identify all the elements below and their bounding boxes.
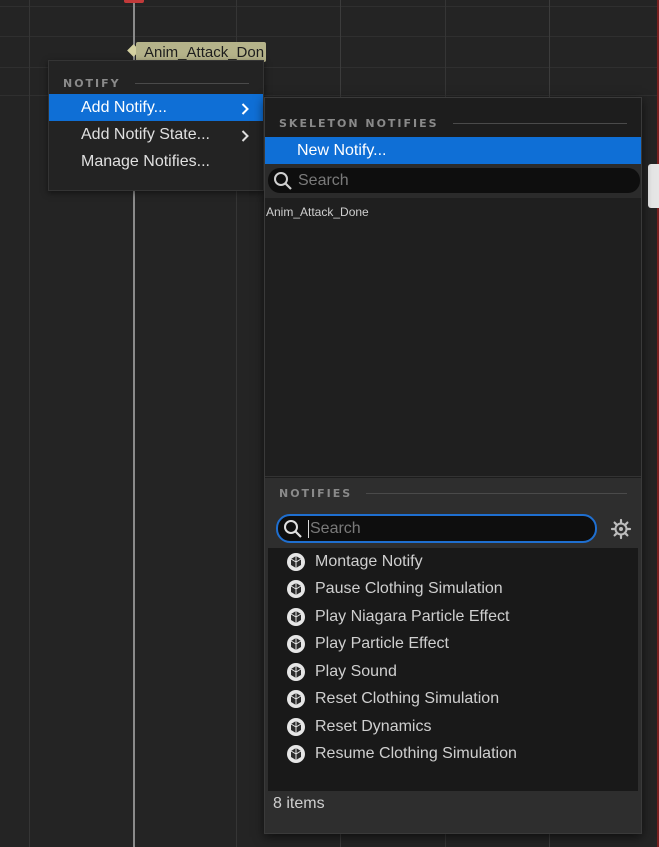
timeline-notify-chip[interactable]: Anim_Attack_Don (136, 42, 267, 62)
skeleton-search-bar (265, 164, 641, 198)
notifies-search-input[interactable] (310, 519, 595, 538)
add-notify-submenu: SKELETON NOTIFIES New Notify... Anim_Att… (264, 97, 642, 834)
notify-list-item[interactable]: Pause Clothing Simulation (268, 576, 638, 604)
text-caret (308, 519, 309, 538)
notify-list-item[interactable]: Montage Notify (268, 548, 638, 576)
notify-list-item[interactable]: Play Particle Effect (268, 631, 638, 659)
chevron-right-icon (241, 121, 251, 148)
blueprint-class-icon (286, 634, 306, 654)
notify-context-menu: NOTIFY Add Notify... Add Notify State...… (48, 60, 264, 191)
skeleton-search-box[interactable] (268, 168, 640, 193)
notify-list-item-label: Montage Notify (315, 552, 423, 570)
manage-notifies-menu-item[interactable]: Manage Notifies... (49, 148, 263, 175)
menu-section-header: NOTIFY (49, 72, 263, 94)
divider (366, 492, 627, 494)
blueprint-class-icon (286, 689, 306, 709)
notify-list-item-label: Play Sound (315, 662, 397, 680)
divider (452, 122, 627, 124)
blueprint-class-icon (286, 552, 306, 572)
new-notify-button[interactable]: New Notify... (265, 137, 641, 164)
grid-line (0, 6, 659, 7)
divider (134, 82, 249, 84)
section-title: SKELETON NOTIFIES (279, 116, 439, 130)
notify-list-item-label: Pause Clothing Simulation (315, 580, 503, 598)
animation-timeline: Anim_Attack_Don NOTIFY Add Notify... Add… (0, 0, 659, 847)
add-notify-state-menu-item[interactable]: Add Notify State... (49, 121, 263, 148)
item-count: 8 items (273, 795, 325, 812)
section-title: NOTIFIES (279, 486, 353, 500)
playhead-handle[interactable] (124, 0, 144, 3)
skeleton-notifies-list: Anim_Attack_Done (265, 198, 641, 477)
skeleton-notify-item[interactable]: Anim_Attack_Done (265, 198, 641, 219)
notifies-panel: NOTIFIES Search Montage Notify Pause Clo… (265, 478, 641, 833)
blueprint-class-icon (286, 579, 306, 599)
menu-section-title: NOTIFY (63, 76, 121, 90)
grid-line (29, 0, 30, 847)
notify-list-item[interactable]: Resume Clothing Simulation (268, 741, 638, 769)
search-icon (278, 519, 308, 539)
search-icon (268, 171, 298, 191)
notify-list-item-label: Resume Clothing Simulation (315, 745, 517, 763)
skeleton-notifies-header: SKELETON NOTIFIES (279, 112, 627, 134)
side-tab[interactable] (648, 164, 659, 208)
notify-list-item[interactable]: Play Sound (268, 658, 638, 686)
notifies-header: NOTIFIES (279, 482, 627, 504)
menu-item-label: Add Notify... (81, 99, 167, 116)
skeleton-search-input[interactable] (298, 171, 640, 190)
menu-item-label: Manage Notifies... (81, 153, 210, 170)
notify-list-item-label: Play Niagara Particle Effect (315, 607, 510, 625)
notify-list-item[interactable]: Reset Clothing Simulation (268, 686, 638, 714)
notify-list-item[interactable]: Reset Dynamics (268, 713, 638, 741)
add-notify-menu-item[interactable]: Add Notify... (49, 94, 263, 121)
notify-list-item[interactable]: Play Niagara Particle Effect (268, 603, 638, 631)
blueprint-class-icon (286, 717, 306, 737)
blueprint-class-icon (286, 662, 306, 682)
notify-list-item-label: Reset Clothing Simulation (315, 690, 500, 708)
chevron-right-icon (241, 94, 251, 121)
notify-list-item-label: Play Particle Effect (315, 635, 449, 653)
blueprint-class-icon (286, 607, 306, 627)
blueprint-class-icon (286, 744, 306, 764)
menu-item-label: Add Notify State... (81, 126, 210, 143)
notifies-search-box[interactable] (276, 514, 597, 543)
notify-list-item-label: Reset Dynamics (315, 717, 432, 735)
grid-line (0, 36, 659, 37)
gear-icon[interactable] (610, 518, 632, 540)
notifies-list: Montage Notify Pause Clothing Simulation P… (268, 548, 638, 791)
